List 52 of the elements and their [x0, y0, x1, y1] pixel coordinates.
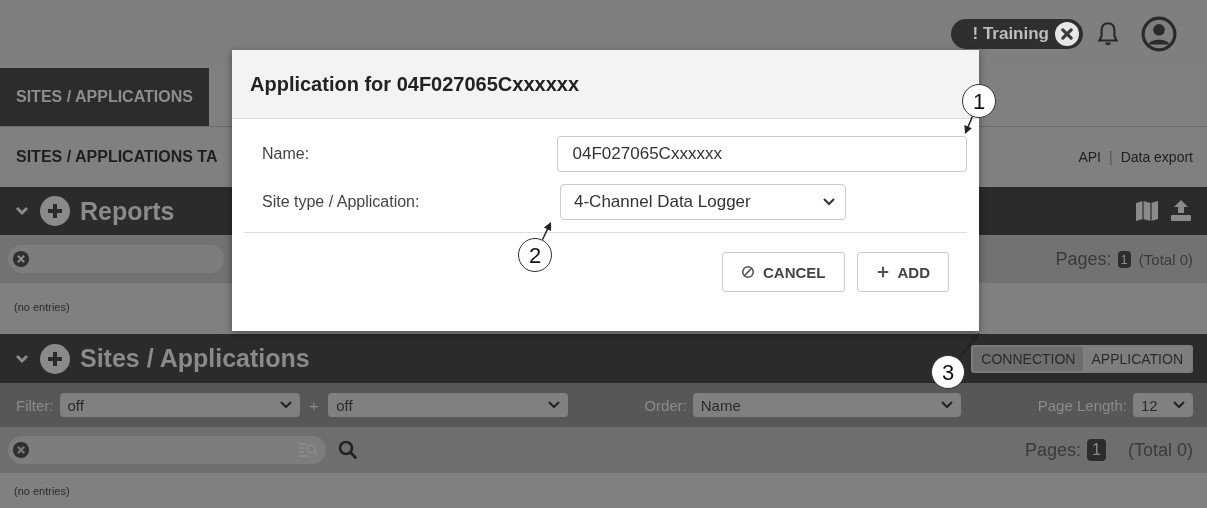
sites-title: Sites / Applications	[80, 344, 310, 373]
sites-tab[interactable]: SITES / APPLICATIONS	[0, 68, 209, 126]
map-icon[interactable]	[1135, 199, 1159, 223]
header-link[interactable]: API	[1078, 149, 1101, 165]
cancel-button[interactable]: CANCEL	[722, 252, 845, 292]
caret-icon	[940, 401, 953, 409]
bell-icon[interactable]	[1095, 20, 1121, 48]
section-title: SITES / APPLICATIONS TA	[16, 148, 218, 166]
search-field[interactable]	[8, 245, 224, 273]
page-number[interactable]: 1	[1117, 250, 1131, 268]
search-field[interactable]	[8, 436, 326, 464]
reports-title: Reports	[80, 196, 175, 226]
user-avatar-icon[interactable]	[1141, 16, 1177, 52]
close-icon[interactable]	[1055, 22, 1079, 46]
callout-number: 1	[962, 84, 996, 118]
training-label: ! Training	[972, 24, 1049, 44]
filter-select[interactable]: off	[59, 393, 300, 417]
filter-select[interactable]: off	[328, 393, 569, 417]
plus-icon	[875, 265, 890, 279]
total-count: (Total 0)	[1138, 250, 1193, 268]
callout-number: 2	[518, 238, 552, 272]
field-label: Name:	[262, 145, 311, 163]
field-label: Site type / Application:	[262, 193, 421, 211]
training-badge[interactable]: ! Training	[950, 19, 1083, 49]
header-link[interactable]: Data export	[1120, 149, 1193, 165]
plus-sign: +	[309, 396, 319, 414]
add-icon[interactable]	[40, 343, 70, 374]
empty-message: (no entries)	[14, 485, 70, 497]
add-icon[interactable]	[40, 196, 70, 226]
application-select[interactable]: 4-Channel Data Logger	[560, 184, 846, 220]
leader-arrow	[964, 115, 974, 134]
search-icon[interactable]	[338, 440, 358, 460]
link-separator: |	[1109, 149, 1113, 165]
callout-number: 3	[931, 355, 965, 389]
leader-arrow	[541, 222, 552, 241]
caret-icon	[279, 401, 292, 409]
pages-label: Pages:	[1055, 248, 1112, 270]
page-number[interactable]: 1	[1087, 439, 1106, 461]
page-length-select[interactable]: 12	[1133, 393, 1193, 417]
clear-icon[interactable]	[12, 441, 30, 459]
order-select[interactable]: Name	[692, 393, 961, 417]
dialog-title: Application for 04F027065Cxxxxxx	[250, 72, 580, 96]
name-input[interactable]: 04F027065Cxxxxxx	[556, 136, 967, 172]
caret-icon	[823, 198, 835, 206]
caret-icon	[548, 401, 561, 409]
empty-message: (no entries)	[14, 301, 70, 313]
caret-icon	[1173, 401, 1185, 409]
clear-icon[interactable]	[12, 250, 30, 268]
add-button[interactable]: ADD	[856, 252, 949, 292]
upload-icon[interactable]	[1169, 199, 1193, 223]
cancel-icon	[741, 265, 755, 279]
view-toggle-button[interactable]: CONNECTION	[973, 346, 1084, 371]
